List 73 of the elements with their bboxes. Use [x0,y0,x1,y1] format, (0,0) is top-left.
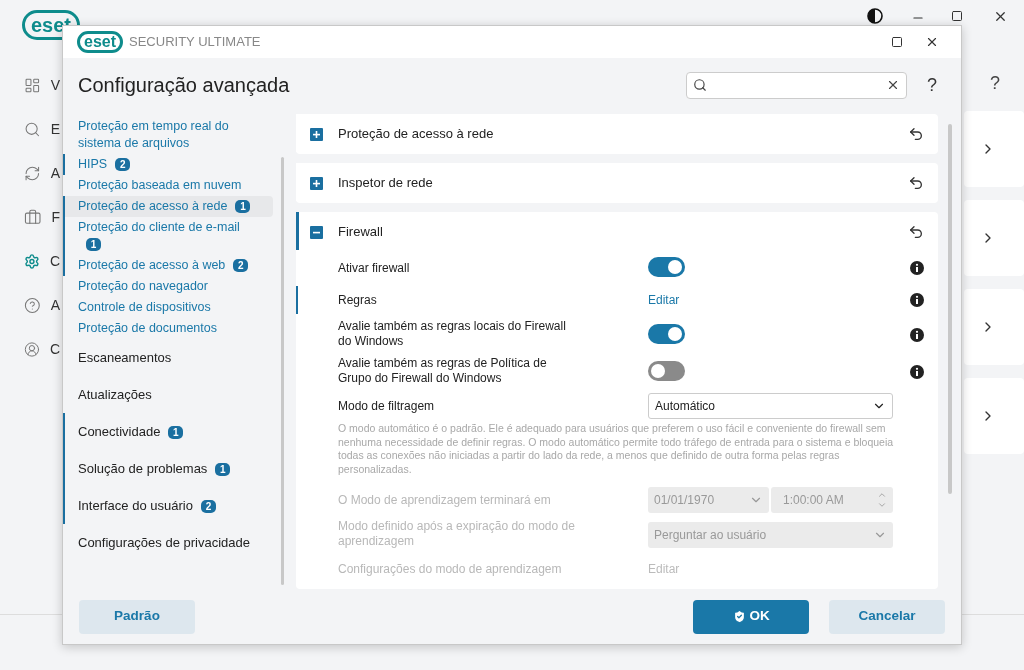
sidebar-item[interactable]: Proteção de acesso à web 2 [63,255,273,276]
sidebar-item[interactable]: HIPS 2 [63,154,273,175]
section-title[interactable]: Inspetor de rede [338,173,908,193]
product-name: SECURITY ULTIMATE [129,33,261,52]
count-badge: 1 [215,463,231,477]
revert-icon[interactable] [908,175,924,191]
sidebar-item[interactable]: Controle de dispositivos [63,297,273,318]
count-badge: 2 [233,259,249,273]
brand-logo: eset [77,31,124,53]
sidebar-item[interactable]: Conectividade 1 [63,413,273,450]
search-field[interactable] [686,71,907,99]
setting-description: O modo automático é o padrão. Ele é adequado para usuários que preferem o uso fácil e conveniente do firewall sem nenhuma necessidade de definir regras. O modo automático permite todo tráfego de entrada para o sistema e bloqueia todas as conexões não iniciadas a partir do lado da rede, a menos que definido de outra forma pelas regras personalizadas. [337,422,895,476]
setting-label: O Modo de aprendizagem terminará em [338,493,551,508]
sidebar-item[interactable]: Proteção de documentos [63,318,273,339]
help-icon[interactable]: ? [990,70,1000,97]
nav-label[interactable]: A [50,294,60,316]
revert-icon[interactable] [908,224,924,240]
count-badge: 2 [200,500,216,514]
info-icon[interactable] [910,293,924,307]
setting-label: Regras [338,293,377,308]
maximize-icon[interactable] [951,10,963,22]
sidebar-item[interactable]: Proteção de acesso à rede 1 [63,196,273,217]
section-title[interactable]: Proteção de acesso à rede [338,124,908,144]
section-title[interactable]: Firewall [338,222,908,242]
revert-icon[interactable] [908,126,924,142]
toggle-switch[interactable] [648,323,685,344]
close-icon[interactable] [925,35,939,49]
count-badge: 1 [86,238,101,252]
dialog-title: Configuração avançada [78,73,291,98]
info-icon[interactable] [910,261,924,275]
setting-label: Modo definido após a expiração do modo de aprendizagem [338,519,576,549]
scrollbar[interactable] [948,124,952,494]
sidebar-item[interactable]: Proteção baseada em nuvem [63,175,273,196]
sidebar-item[interactable]: Proteção do navegador [63,276,273,297]
sidebar-item[interactable]: Solução de problemas 1 [63,450,273,487]
contrast-icon[interactable] [867,8,883,24]
sidebar-item[interactable]: Proteção do cliente de e-mail 1 [63,217,273,255]
edit-link[interactable]: Editar [648,293,680,307]
info-icon[interactable] [910,364,924,379]
secondary-button[interactable]: Padrão [79,599,195,634]
count-badge: 1 [235,200,251,214]
count-badge: 2 [115,158,131,172]
toggle-switch[interactable] [648,360,685,381]
search-icon [693,78,707,92]
help-icon[interactable]: ? [927,71,937,99]
collapse-icon[interactable] [310,225,323,239]
info-icon[interactable] [910,327,924,342]
setting-label: Avalie também as regras locais do Firewall do Windows [338,319,567,349]
clear-icon[interactable] [886,78,900,92]
setting-label: Modo de filtragem [338,399,435,414]
secondary-button[interactable]: Cancelar [829,599,945,634]
count-badge: 1 [168,426,184,440]
sidebar-item[interactable]: Proteção em tempo real do sistema de arquivos [63,116,273,154]
dropdown[interactable]: Automático [648,393,893,419]
scrollbar[interactable] [281,157,284,585]
nav-label[interactable]: C [49,250,60,272]
ok-button[interactable]: OK [693,599,809,634]
sidebar-item[interactable]: Configurações de privacidade [63,524,273,561]
expand-icon[interactable] [310,127,323,141]
setting-label: Configurações do modo de aprendizagem [338,562,562,577]
maximize-icon[interactable] [891,36,903,48]
nav-label[interactable]: F [51,206,60,228]
sidebar-item[interactable]: Escaneamentos [63,339,273,376]
toggle-switch[interactable] [648,257,685,277]
expand-icon[interactable] [310,176,323,190]
sidebar-item[interactable]: Atualizações [63,376,273,413]
setting-label: Avalie também as regras de Política de Grupo do Firewall do Windows [338,356,548,386]
sidebar-item[interactable]: Interface do usuário 2 [63,487,273,524]
nav-label[interactable]: E [50,118,60,140]
nav-label[interactable]: C [49,338,60,360]
setting-label: Ativar firewall [338,261,410,276]
nav-label[interactable]: V [50,74,60,96]
nav-label[interactable]: A [50,162,60,184]
